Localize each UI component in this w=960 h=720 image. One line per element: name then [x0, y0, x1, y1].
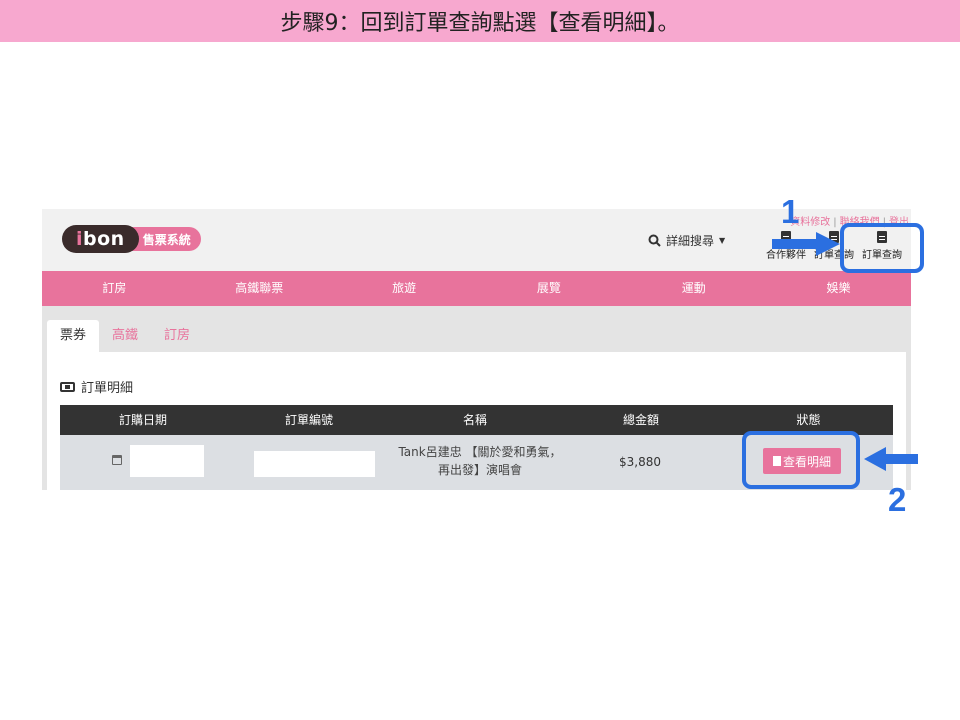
event-name: Tank呂建忠 【關於愛和勇氣，再出發】演唱會 [398, 445, 562, 477]
arrow-left-icon [864, 447, 918, 471]
nav-item-entertainment[interactable]: 娛樂 [766, 271, 911, 306]
arrow-right-icon [772, 232, 840, 256]
col-order-number: 訂單編號 [284, 413, 333, 427]
order-date-redacted [130, 445, 204, 477]
ibon-logo[interactable]: i bon 售票系統 [62, 225, 201, 253]
advanced-search[interactable]: 詳細搜尋 ▼ [648, 232, 725, 249]
step-number-1: 1 [781, 193, 800, 230]
ticket-icon [60, 381, 75, 392]
nav-item-sports[interactable]: 運動 [621, 271, 766, 306]
main-nav: 訂房 高鐵聯票 旅遊 展覽 運動 娛樂 [42, 271, 911, 306]
tab-hsr[interactable]: 高鐵 [99, 320, 151, 352]
search-label: 詳細搜尋 [666, 234, 715, 248]
col-name: 名稱 [462, 413, 487, 427]
order-tabs: 票券 高鐵 訂房 [47, 320, 203, 352]
chevron-down-icon: ▼ [719, 236, 726, 245]
search-icon [648, 234, 661, 247]
step-number-2: 2 [888, 481, 907, 518]
nav-item-exhibition[interactable]: 展覽 [476, 271, 621, 306]
slide-title: 步驟9：回到訂單查詢點選【查看明細】。 [0, 0, 960, 42]
nav-item-travel[interactable]: 旅遊 [332, 271, 477, 306]
logo-i: i [76, 228, 84, 250]
highlight-box-view-details [742, 431, 860, 489]
highlight-box-order-query [840, 223, 924, 273]
section-title: 訂單明細 [81, 381, 134, 396]
calendar-icon [112, 455, 122, 465]
col-total: 總金額 [622, 413, 659, 427]
tab-hotel[interactable]: 訂房 [151, 320, 203, 352]
section-heading: 訂單明細 [60, 377, 133, 396]
order-amount: $3,880 [619, 455, 661, 469]
logo-tagline: 售票系統 [128, 227, 201, 251]
nav-item-hotel[interactable]: 訂房 [42, 271, 187, 306]
order-number-redacted [254, 451, 375, 477]
logo-bon: bon [83, 228, 125, 250]
nav-item-hsr[interactable]: 高鐵聯票 [187, 271, 332, 306]
tab-tickets[interactable]: 票券 [47, 320, 100, 352]
logo-ibon: i bon [62, 225, 139, 253]
col-order-date: 訂購日期 [118, 413, 167, 427]
